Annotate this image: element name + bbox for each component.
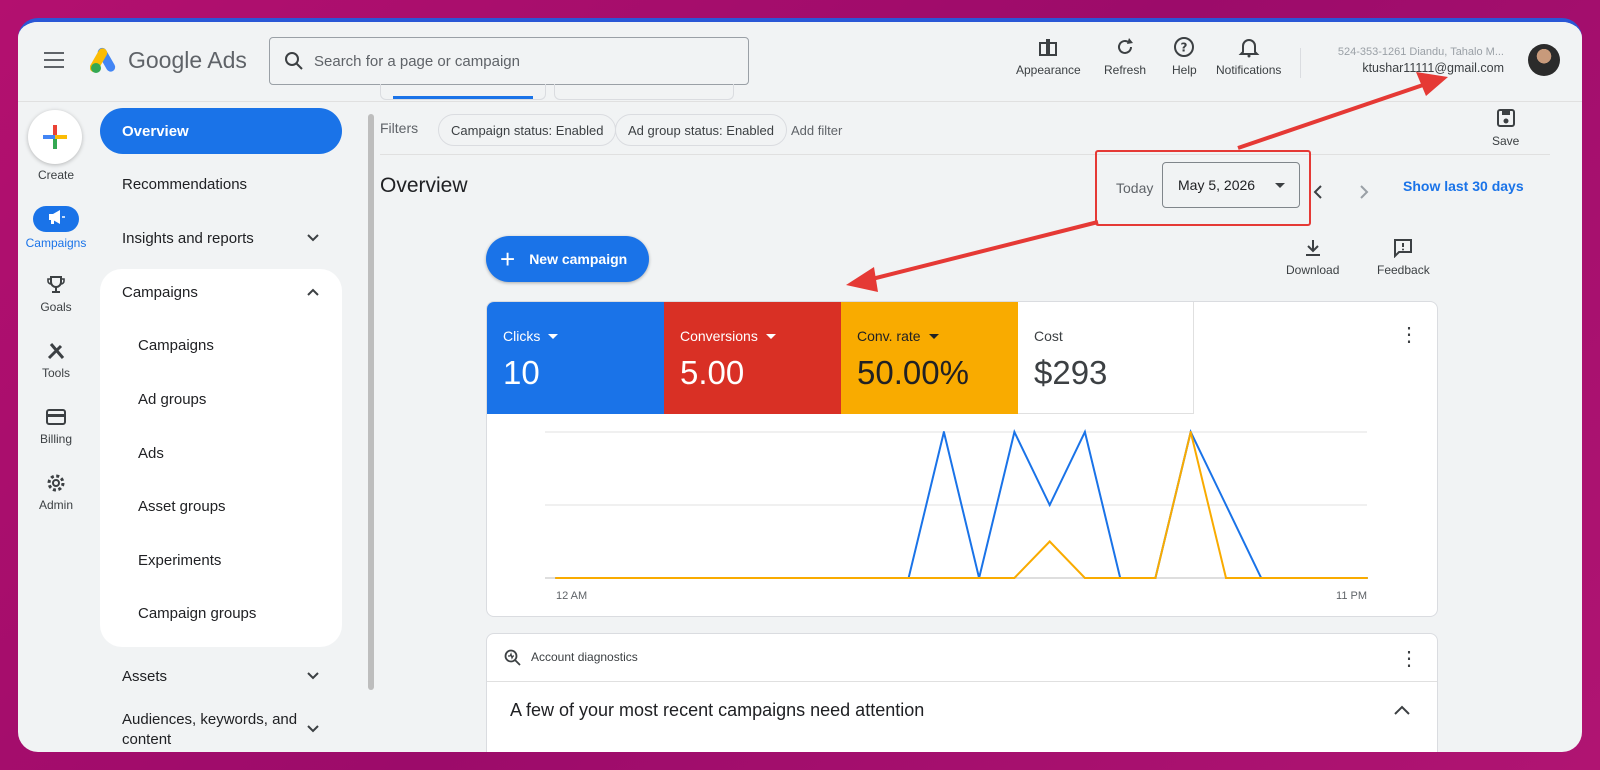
annotation-arrow-to-new-campaign xyxy=(867,220,1099,282)
app-window: Google Ads Search for a page or campaign… xyxy=(18,18,1582,752)
annotation-arrowhead xyxy=(846,267,878,292)
annotation-arrows xyxy=(846,72,1448,292)
annotation-arrow-to-account xyxy=(1237,82,1427,150)
